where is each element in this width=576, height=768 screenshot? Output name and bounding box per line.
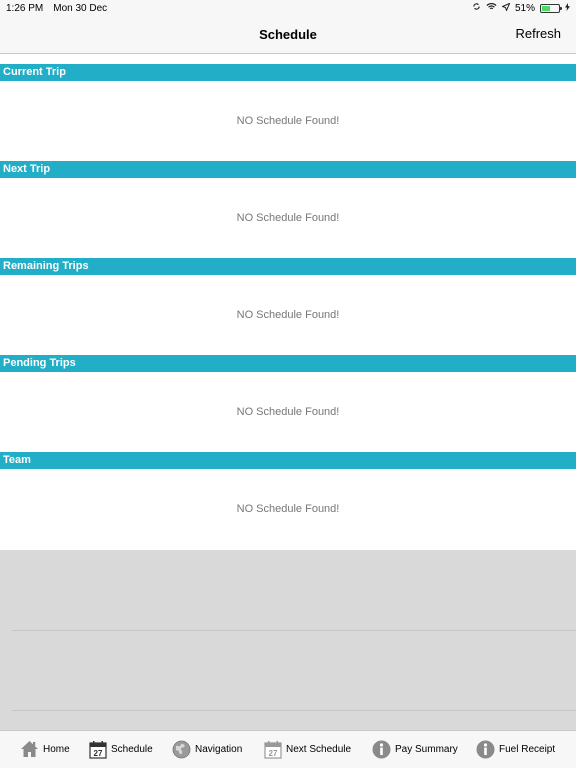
tab-label: Fuel Receipt	[499, 744, 556, 755]
svg-text:27: 27	[269, 749, 278, 758]
calendar-icon: 27	[264, 740, 282, 759]
charging-icon	[565, 2, 570, 14]
section-team: Team NO Schedule Found!	[0, 452, 576, 549]
empty-message: NO Schedule Found!	[0, 469, 576, 549]
location-icon	[501, 2, 511, 14]
section-header: Remaining Trips	[0, 258, 576, 275]
section-header: Next Trip	[0, 161, 576, 178]
divider	[12, 710, 576, 711]
tab-next-schedule[interactable]: 27 Next Schedule	[264, 740, 351, 759]
divider	[12, 630, 576, 631]
tab-navigation[interactable]: Navigation	[172, 740, 242, 759]
status-date: Mon 30 Dec	[53, 3, 108, 14]
tab-bar: Home 27 Schedule Navigation 27 Next Sche…	[0, 730, 576, 768]
battery-icon	[540, 3, 562, 13]
section-pending-trips: Pending Trips NO Schedule Found!	[0, 355, 576, 452]
home-icon	[20, 740, 39, 758]
empty-message: NO Schedule Found!	[0, 81, 576, 161]
schedule-list: Current Trip NO Schedule Found! Next Tri…	[0, 64, 576, 549]
tab-home[interactable]: Home	[20, 740, 70, 758]
refresh-button[interactable]: Refresh	[515, 26, 561, 41]
empty-table-background	[0, 550, 576, 730]
empty-message: NO Schedule Found!	[0, 178, 576, 258]
battery-percent: 51%	[514, 2, 535, 14]
navigation-bar: Schedule Refresh	[0, 18, 576, 54]
tab-label: Pay Summary	[395, 744, 458, 755]
section-next-trip: Next Trip NO Schedule Found!	[0, 161, 576, 258]
section-header: Pending Trips	[0, 355, 576, 372]
empty-message: NO Schedule Found!	[0, 275, 576, 355]
tab-label: Next Schedule	[286, 744, 352, 755]
tab-label: Schedule	[111, 744, 153, 755]
calendar-icon: 27	[89, 740, 107, 759]
section-remaining-trips: Remaining Trips NO Schedule Found!	[0, 258, 576, 355]
section-header: Team	[0, 452, 576, 469]
section-header: Current Trip	[0, 64, 576, 81]
sync-icon	[472, 2, 481, 14]
page-title: Schedule	[259, 27, 317, 42]
info-icon	[476, 740, 495, 759]
battery-level-fill	[542, 5, 551, 11]
tab-schedule[interactable]: 27 Schedule	[89, 740, 153, 759]
empty-message: NO Schedule Found!	[0, 372, 576, 452]
tab-label: Home	[43, 743, 70, 755]
tab-label: Navigation	[195, 744, 243, 755]
svg-text:27: 27	[94, 749, 103, 758]
tab-pay-summary[interactable]: Pay Summary	[372, 740, 458, 759]
wifi-icon	[486, 2, 497, 14]
info-icon	[372, 740, 391, 759]
status-bar: 1:26 PM Mon 30 Dec 51%	[0, 0, 576, 18]
section-current-trip: Current Trip NO Schedule Found!	[0, 64, 576, 161]
globe-icon	[172, 740, 191, 759]
tab-fuel-receipt[interactable]: Fuel Receipt	[476, 740, 555, 759]
status-time: 1:26 PM	[6, 3, 44, 14]
